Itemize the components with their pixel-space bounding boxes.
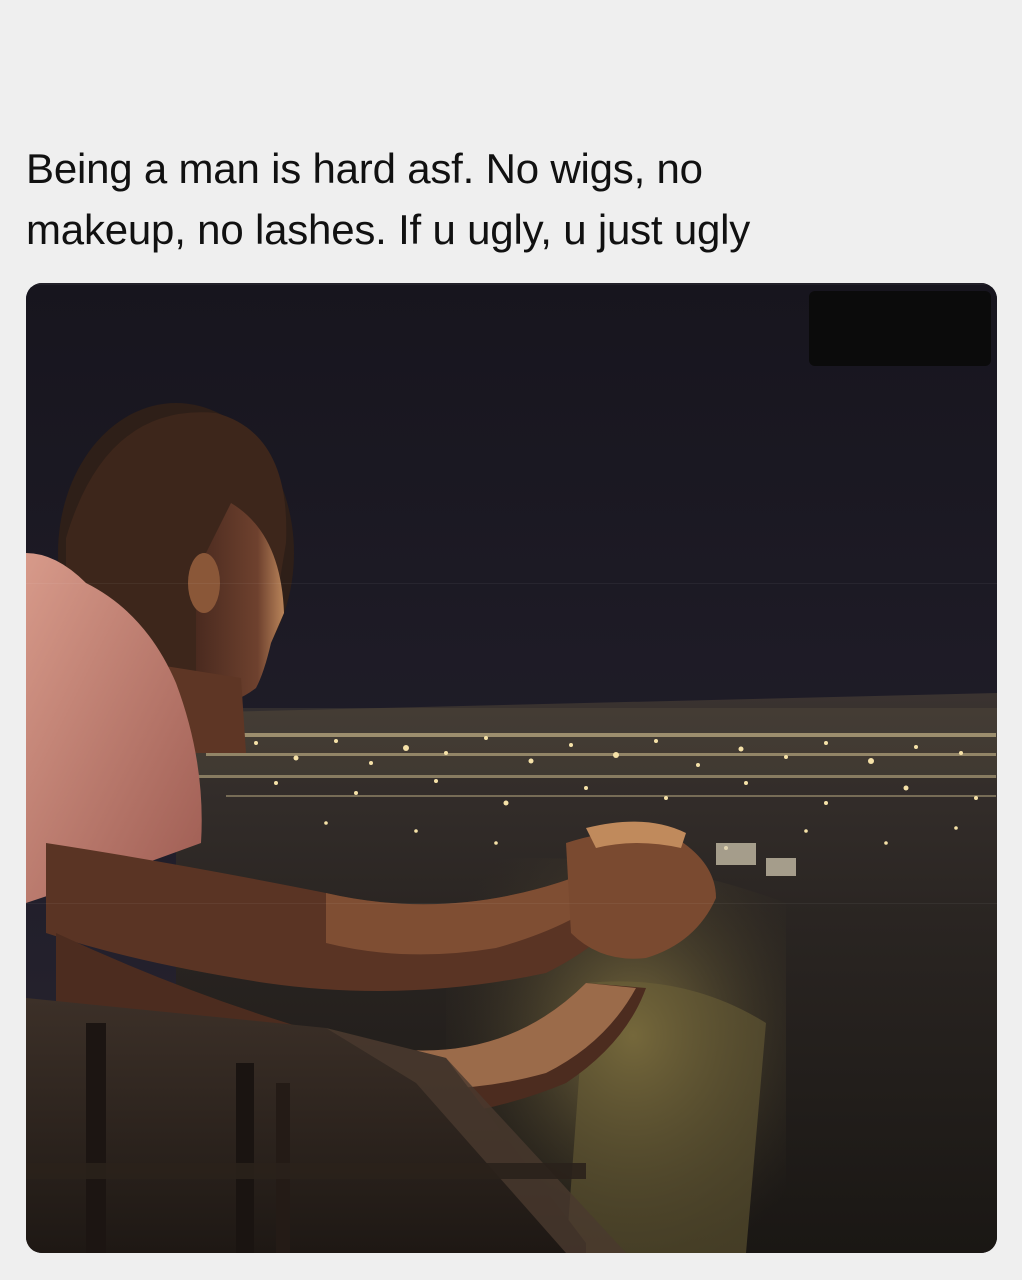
redaction-block bbox=[809, 291, 991, 366]
meme-caption: Being a man is hard asf. No wigs, no mak… bbox=[26, 145, 751, 253]
night-city-scene bbox=[26, 283, 997, 1253]
meme-post: Being a man is hard asf. No wigs, no mak… bbox=[0, 0, 1022, 1280]
meme-photo bbox=[26, 283, 997, 1253]
